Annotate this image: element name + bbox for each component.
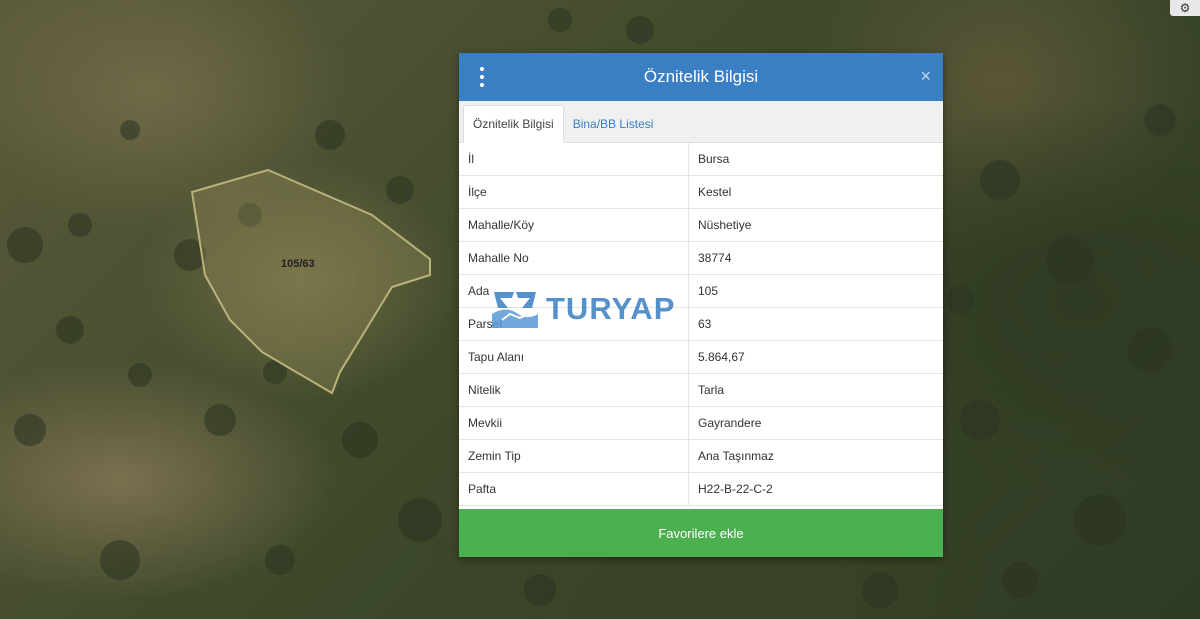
- table-row: Mevkii Gayrandere: [459, 406, 943, 440]
- attribute-value: Tarla: [688, 373, 943, 407]
- attribute-key: Zemin Tip: [459, 439, 689, 473]
- table-row: İlçe Kestel: [459, 175, 943, 209]
- attribute-value: Ana Taşınmaz: [688, 439, 943, 473]
- table-row: Mahalle/Köy Nüshetiye: [459, 208, 943, 242]
- settings-button[interactable]: ⚙: [1170, 0, 1200, 16]
- attribute-key: Mahalle/Köy: [459, 208, 689, 242]
- add-to-favorites-button[interactable]: Favorilere ekle: [459, 509, 943, 557]
- dialog-title: Öznitelik Bilgisi: [643, 67, 759, 86]
- dialog-tabs: Öznitelik Bilgisi Bina/BB Listesi: [459, 101, 943, 143]
- table-row: İl Bursa: [459, 143, 943, 176]
- parcel-number-label: 105/63: [281, 258, 315, 270]
- attribute-key: Tapu Alanı: [459, 340, 689, 374]
- attribute-value: 105: [688, 274, 943, 308]
- attribute-value: H22-B-22-C-2: [688, 472, 943, 506]
- table-row: Zemin Tip Ana Taşınmaz: [459, 439, 943, 473]
- attribute-value: Kestel: [688, 175, 943, 209]
- tab-building-list[interactable]: Bina/BB Listesi: [564, 106, 663, 142]
- attribute-value: 38774: [688, 241, 943, 275]
- attribute-value: 5.864,67: [688, 340, 943, 374]
- attribute-key: Mahalle No: [459, 241, 689, 275]
- table-row: Mahalle No 38774: [459, 241, 943, 275]
- handshake-logo-icon: [492, 292, 538, 328]
- attribute-key: Pafta: [459, 472, 689, 506]
- watermark-text: TURYAP: [546, 291, 676, 326]
- attribute-key: İl: [459, 143, 689, 176]
- kebab-menu-icon[interactable]: [477, 67, 487, 87]
- attribute-value: 63: [688, 307, 943, 341]
- attribute-value: Gayrandere: [688, 406, 943, 440]
- gear-icon: ⚙: [1179, 1, 1191, 15]
- attribute-key: Mevkii: [459, 406, 689, 440]
- attribute-value: Nüshetiye: [688, 208, 943, 242]
- attribute-value: Bursa: [688, 143, 943, 176]
- close-icon[interactable]: ×: [920, 66, 931, 86]
- table-row: Tapu Alanı 5.864,67: [459, 340, 943, 374]
- table-row: Nitelik Tarla: [459, 373, 943, 407]
- dialog-header: Öznitelik Bilgisi ×: [459, 53, 943, 101]
- attribute-key: Nitelik: [459, 373, 689, 407]
- parcel-outline[interactable]: [190, 168, 431, 395]
- tab-attribute-info[interactable]: Öznitelik Bilgisi: [463, 105, 564, 143]
- table-row: Pafta H22-B-22-C-2: [459, 472, 943, 506]
- turyap-watermark: TURYAP: [488, 284, 675, 334]
- attribute-key: İlçe: [459, 175, 689, 209]
